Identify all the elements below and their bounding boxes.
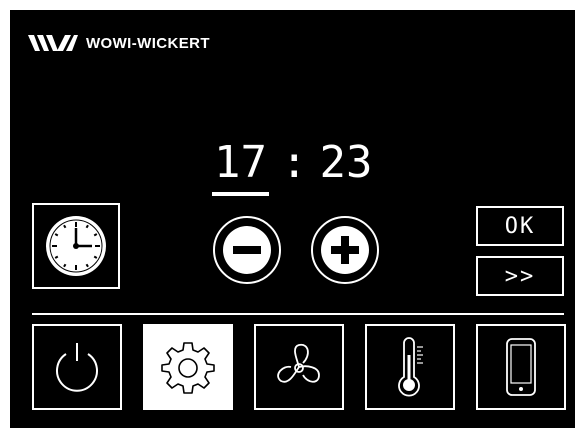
thermometer-icon	[398, 337, 423, 397]
gear-icon	[161, 342, 215, 394]
hours-value[interactable]: 17	[210, 137, 271, 196]
clock-icon	[46, 216, 106, 276]
brand-logo: WOWI-WICKERT	[28, 33, 210, 53]
power-icon	[56, 343, 98, 392]
clock-button[interactable]	[32, 203, 120, 289]
smartphone-icon	[506, 338, 536, 396]
smartphone-button[interactable]	[476, 324, 566, 410]
time-display: 17 : 23	[210, 137, 374, 196]
wowi-wickert-logo-icon	[28, 35, 78, 51]
plus-icon	[321, 226, 369, 274]
minutes-value[interactable]: 23	[317, 138, 374, 188]
time-separator: :	[280, 137, 308, 188]
temperature-button[interactable]	[365, 324, 455, 410]
increase-button[interactable]	[311, 216, 379, 284]
settings-button[interactable]	[143, 324, 233, 410]
hours-selection-underline	[212, 192, 269, 196]
brand-name: WOWI-WICKERT	[86, 34, 210, 52]
display-screen: WOWI-WICKERT 17 : 23 OK >>	[10, 10, 575, 428]
decrease-button[interactable]	[213, 216, 281, 284]
ok-button[interactable]: OK	[476, 206, 564, 246]
power-button[interactable]	[32, 324, 122, 410]
fan-icon	[277, 343, 320, 383]
fan-button[interactable]	[254, 324, 344, 410]
divider	[32, 313, 564, 315]
minus-icon	[223, 226, 271, 274]
hours-text: 17	[214, 137, 267, 188]
next-button[interactable]: >>	[476, 256, 564, 296]
